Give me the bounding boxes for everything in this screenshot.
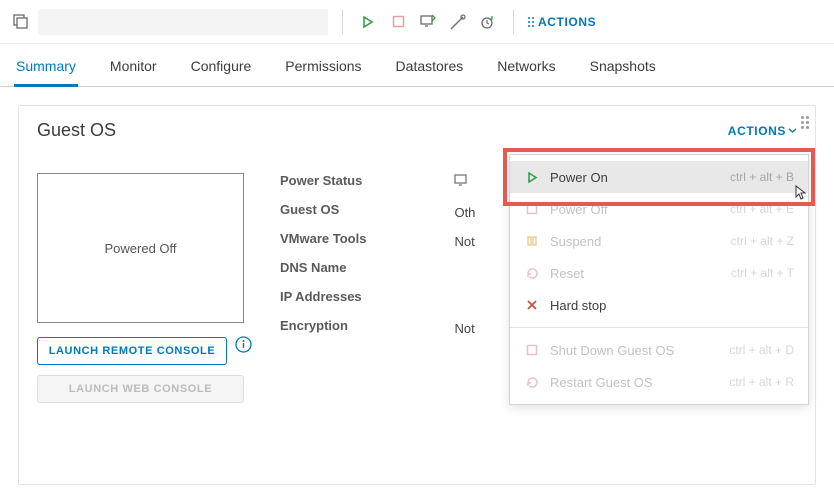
tab-networks[interactable]: Networks xyxy=(495,52,557,86)
label-guest-os: Guest OS xyxy=(280,202,366,217)
tab-configure[interactable]: Configure xyxy=(189,52,254,86)
reset-icon xyxy=(524,374,540,390)
tab-monitor[interactable]: Monitor xyxy=(108,52,159,86)
menu-shortcut: ctrl + alt + B xyxy=(730,170,794,184)
separator xyxy=(342,10,343,34)
menu-item-hard-stop[interactable]: Hard stop xyxy=(510,289,808,321)
play-icon xyxy=(524,169,540,185)
power-state-text: Powered Off xyxy=(104,241,176,256)
panel-actions-label: ACTIONS xyxy=(728,124,786,138)
label-dns-name: DNS Name xyxy=(280,260,366,275)
tab-snapshots[interactable]: Snapshots xyxy=(588,52,658,86)
launch-console-icon[interactable] xyxy=(417,11,439,33)
stop-outline-icon xyxy=(524,342,540,358)
pause-icon xyxy=(524,233,540,249)
vm-icon xyxy=(12,13,30,31)
launch-web-console-button: LAUNCH WEB CONSOLE xyxy=(37,375,244,403)
property-labels: Power Status Guest OS VMware Tools DNS N… xyxy=(280,173,366,403)
label-encryption: Encryption xyxy=(280,318,366,333)
menu-item-reset: Reset ctrl + alt + T xyxy=(510,257,808,289)
menu-separator xyxy=(510,327,808,328)
power-off-icon[interactable] xyxy=(387,11,409,33)
edit-settings-icon[interactable] xyxy=(447,11,469,33)
value-guest-os: Oth xyxy=(454,205,475,220)
toolbar-actions-menu[interactable]: ACTIONS xyxy=(528,15,596,29)
menu-label: Suspend xyxy=(550,234,721,249)
value-dns xyxy=(454,263,475,278)
launch-remote-console-button[interactable]: LAUNCH REMOTE CONSOLE xyxy=(37,337,227,365)
tab-permissions[interactable]: Permissions xyxy=(283,52,363,86)
menu-label: Reset xyxy=(550,266,721,281)
label-vmware-tools: VMware Tools xyxy=(280,231,366,246)
power-actions-menu: Power On ctrl + alt + B Power Off ctrl +… xyxy=(509,154,809,405)
menu-label: Power On xyxy=(550,170,720,185)
snapshot-icon[interactable] xyxy=(477,11,499,33)
separator xyxy=(513,10,514,34)
value-ip xyxy=(454,292,475,307)
property-values: Oth Not Not xyxy=(454,173,475,403)
tab-bar: Summary Monitor Configure Permissions Da… xyxy=(0,44,834,87)
toolbar-actions-label: ACTIONS xyxy=(538,15,596,29)
menu-shortcut: ctrl + alt + Z xyxy=(731,234,794,248)
vm-title-redacted xyxy=(38,9,328,35)
menu-dots-icon xyxy=(528,17,534,27)
reset-icon xyxy=(524,265,540,281)
menu-shortcut: ctrl + alt + T xyxy=(731,266,794,280)
value-encryption: Not xyxy=(454,321,475,336)
power-on-icon[interactable] xyxy=(357,11,379,33)
tab-datastores[interactable]: Datastores xyxy=(394,52,466,86)
top-toolbar: ACTIONS xyxy=(0,0,834,44)
menu-item-suspend: Suspend ctrl + alt + Z xyxy=(510,225,808,257)
value-vmware-tools: Not xyxy=(454,234,475,249)
panel-title: Guest OS xyxy=(37,120,116,141)
menu-shortcut: ctrl + alt + D xyxy=(729,343,794,357)
label-ip-addresses: IP Addresses xyxy=(280,289,366,304)
guest-os-panel: Guest OS ACTIONS Powered Off LAUNCH REMO… xyxy=(18,105,816,485)
cursor-icon xyxy=(791,185,807,206)
menu-shortcut: ctrl + alt + R xyxy=(729,375,794,389)
menu-item-power-on[interactable]: Power On ctrl + alt + B xyxy=(510,161,808,193)
menu-item-restart-guest: Restart Guest OS ctrl + alt + R xyxy=(510,366,808,398)
panel-actions-dropdown[interactable]: ACTIONS xyxy=(728,124,797,138)
menu-shortcut: ctrl + alt + E xyxy=(730,202,794,216)
x-icon xyxy=(524,297,540,313)
power-status-icon xyxy=(454,173,469,191)
stop-icon xyxy=(524,201,540,217)
menu-label: Hard stop xyxy=(550,298,784,313)
menu-item-shutdown-guest: Shut Down Guest OS ctrl + alt + D xyxy=(510,334,808,366)
console-thumbnail[interactable]: Powered Off xyxy=(37,173,244,323)
chevron-down-icon xyxy=(788,126,797,135)
panel-drag-handle-icon[interactable] xyxy=(801,116,809,129)
menu-label: Shut Down Guest OS xyxy=(550,343,719,358)
menu-label: Restart Guest OS xyxy=(550,375,719,390)
menu-label: Power Off xyxy=(550,202,720,217)
menu-item-power-off: Power Off ctrl + alt + E xyxy=(510,193,808,225)
tab-summary[interactable]: Summary xyxy=(14,52,78,87)
info-icon[interactable] xyxy=(235,336,252,353)
label-power-status: Power Status xyxy=(280,173,366,188)
